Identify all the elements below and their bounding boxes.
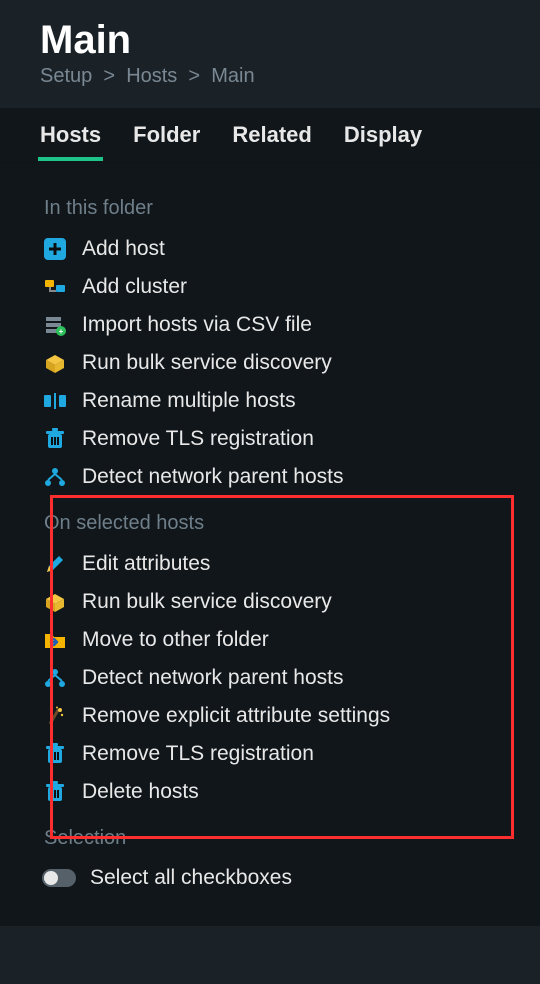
menu-item-bulk-discovery[interactable]: Run bulk service discovery [40,344,500,382]
menu-item-label: Remove explicit attribute settings [82,704,390,728]
svg-text:+: + [59,327,64,336]
network-icon [42,665,68,691]
wand-icon [42,703,68,729]
plus-icon [42,236,68,262]
network-icon [42,464,68,490]
menu-item-label: Rename multiple hosts [82,389,296,413]
tab-hosts[interactable]: Hosts [40,110,101,160]
menu-item-remove-explicit-attrs[interactable]: Remove explicit attribute settings [40,697,500,735]
section-heading-on-selected-hosts: On selected hosts [44,512,500,535]
menu-item-label: Remove TLS registration [82,742,314,766]
menu-item-import-csv[interactable]: + Import hosts via CSV file [40,306,500,344]
tab-display[interactable]: Display [344,110,422,160]
menu-item-label: Run bulk service discovery [82,590,332,614]
pencil-icon [42,551,68,577]
breadcrumb: Setup > Hosts > Main [40,65,500,88]
trash-icon [42,426,68,452]
tab-related[interactable]: Related [232,110,311,160]
menu-item-edit-attributes[interactable]: Edit attributes [40,545,500,583]
rename-icon [42,388,68,414]
breadcrumb-item[interactable]: Setup [40,65,92,87]
import-icon: + [42,312,68,338]
section-heading-in-this-folder: In this folder [44,197,500,220]
breadcrumb-item[interactable]: Hosts [126,65,177,87]
menu-item-add-host[interactable]: Add host [40,230,500,268]
menu-item-bulk-discovery-selected[interactable]: Run bulk service discovery [40,583,500,621]
menu-item-label: Import hosts via CSV file [82,313,312,337]
menu-item-label: Select all checkboxes [90,866,292,890]
menu-item-add-cluster[interactable]: Add cluster [40,268,500,306]
menu-panel: In this folder Add host Add cluster + Im… [0,163,540,926]
menu-item-label: Add cluster [82,275,187,299]
menu-item-label: Add host [82,237,165,261]
menu-item-label: Edit attributes [82,552,210,576]
menu-item-remove-tls-selected[interactable]: Remove TLS registration [40,735,500,773]
tab-folder[interactable]: Folder [133,110,200,160]
page-title: Main [40,18,500,63]
cluster-icon [42,274,68,300]
trash-icon [42,741,68,767]
section-heading-selection: Selection [44,827,500,850]
menu-item-label: Detect network parent hosts [82,666,343,690]
move-folder-icon [42,627,68,653]
menu-item-move-folder[interactable]: Move to other folder [40,621,500,659]
menu-item-delete-hosts[interactable]: Delete hosts [40,773,500,811]
menu-item-detect-parent[interactable]: Detect network parent hosts [40,458,500,496]
tabbar: Hosts Folder Related Display [0,108,540,163]
menu-item-label: Run bulk service discovery [82,351,332,375]
trash-icon [42,779,68,805]
menu-item-remove-tls[interactable]: Remove TLS registration [40,420,500,458]
box-icon [42,350,68,376]
menu-item-label: Detect network parent hosts [82,465,343,489]
menu-item-rename-hosts[interactable]: Rename multiple hosts [40,382,500,420]
menu-item-detect-parent-selected[interactable]: Detect network parent hosts [40,659,500,697]
menu-item-label: Remove TLS registration [82,427,314,451]
menu-item-label: Move to other folder [82,628,269,652]
box-icon [42,589,68,615]
toggle-icon[interactable] [42,869,76,887]
breadcrumb-item[interactable]: Main [211,65,254,87]
menu-item-label: Delete hosts [82,780,199,804]
menu-item-select-all[interactable]: Select all checkboxes [40,860,500,896]
